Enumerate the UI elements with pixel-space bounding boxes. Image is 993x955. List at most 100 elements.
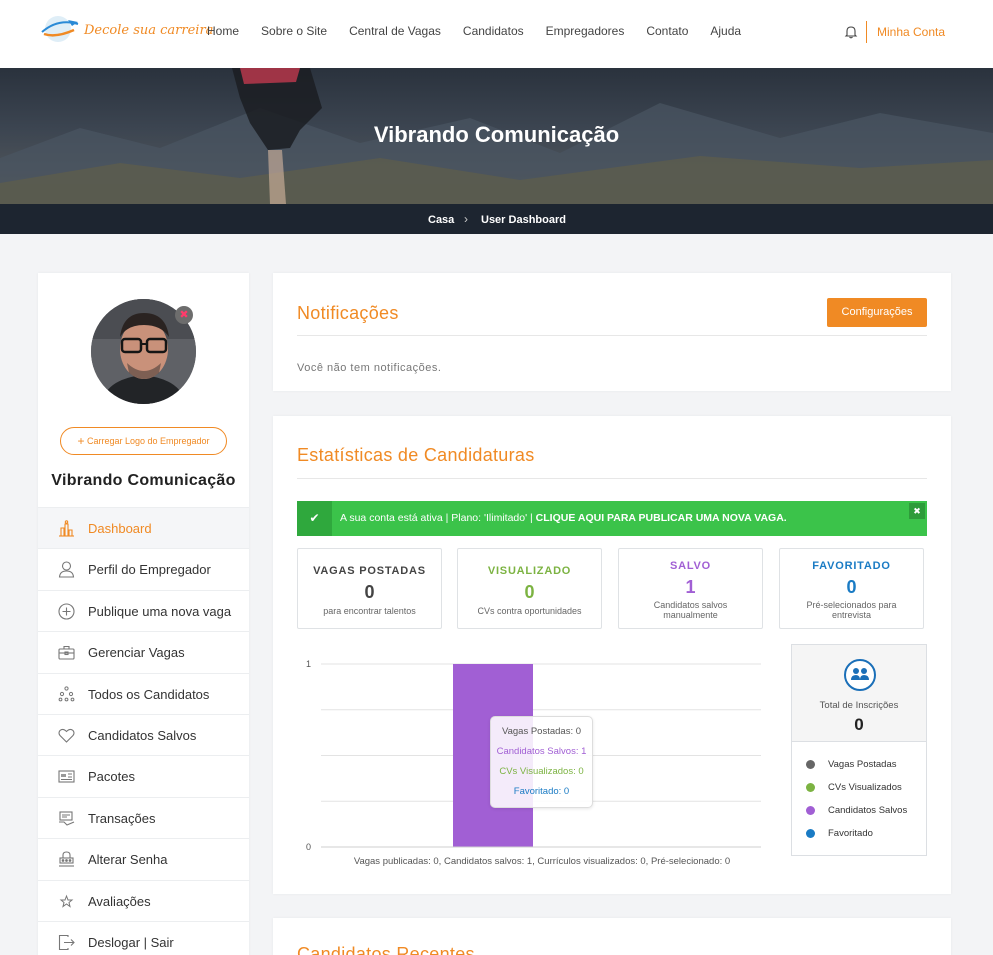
alert-status-text: A sua conta está ativa | Plano: 'Ilimita…	[340, 512, 533, 524]
package-icon	[58, 770, 75, 783]
stat-salvo: SALVO 1 Candidatos salvos manualmente	[618, 548, 763, 629]
recent-candidates-card: Candidatos Recentes	[273, 918, 951, 955]
nav-contato[interactable]: Contato	[646, 24, 688, 38]
nav-ajuda[interactable]: Ajuda	[710, 24, 741, 38]
sidebar-item-dashboard[interactable]: Dashboard	[38, 507, 249, 549]
stat-label: VAGAS POSTADAS	[313, 565, 426, 577]
sidebar-menu: Dashboard Perfil do Empregador Publique …	[38, 507, 249, 955]
briefcase-icon	[58, 646, 75, 660]
logo-tagline: Decole sua carreira	[84, 23, 214, 38]
settings-button[interactable]: Configurações	[827, 298, 927, 327]
stat-sub: CVs contra oportunidades	[477, 606, 582, 616]
recent-candidates-title: Candidatos Recentes	[297, 944, 475, 955]
tooltip-vagas: Vagas Postadas: 0	[501, 726, 582, 737]
sidebar-item-label: Dashboard	[88, 521, 152, 536]
sidebar-item-label: Avaliações	[88, 893, 151, 909]
y-tick-label: 1	[306, 659, 311, 669]
nav-empregadores[interactable]: Empregadores	[546, 24, 625, 38]
chart-tooltip: Vagas Postadas: 0 Candidatos Salvos: 1 C…	[490, 716, 593, 808]
stat-value: 1	[685, 577, 696, 597]
legend-swatch	[806, 806, 815, 815]
summary-header: Total de Inscrições 0	[792, 645, 926, 742]
total-value: 0	[854, 715, 864, 734]
empty-notifications-text: Você não tem notificações.	[297, 362, 442, 374]
tooltip-visualizados: CVs Visualizados: 0	[499, 766, 584, 777]
users-icon	[844, 659, 876, 691]
sidebar-item-logout[interactable]: Deslogar | Sair	[38, 920, 249, 955]
legend-swatch	[806, 829, 815, 838]
nav-central-vagas[interactable]: Central de Vagas	[349, 24, 441, 38]
sidebar-item-candidatos-salvos[interactable]: Candidatos Salvos	[38, 713, 249, 755]
upload-logo-button[interactable]: + Carregar Logo do Empregador	[60, 427, 227, 455]
stat-label: SALVO	[669, 560, 712, 572]
legend-swatch	[806, 783, 815, 792]
sidebar-item-label: Alterar Senha	[88, 852, 168, 868]
stat-visualizado: VISUALIZADO 0 CVs contra oportunidades	[457, 548, 602, 629]
stats-title: Estatísticas de Candidaturas	[297, 445, 535, 465]
sidebar-item-label: Transações	[88, 810, 156, 826]
stat-value: 0	[364, 582, 375, 602]
sidebar-item-pacotes[interactable]: Pacotes	[38, 755, 249, 796]
sidebar-item-gerenciar-vagas[interactable]: Gerenciar Vagas	[38, 631, 249, 672]
chevron-right-icon: ›	[464, 212, 468, 226]
breadcrumb: Casa › User Dashboard	[0, 204, 993, 234]
password-icon	[59, 851, 74, 867]
logout-icon	[58, 934, 75, 950]
applications-summary: Total de Inscrições 0 Vagas Postadas CVs…	[791, 644, 927, 856]
tooltip-salvos: Candidatos Salvos: 1	[496, 746, 587, 757]
hero-banner: Vibrando Comunicação	[0, 68, 993, 204]
publish-job-link[interactable]: CLIQUE AQUI PARA PUBLICAR UMA NOVA VAGA.	[536, 512, 787, 524]
user-icon	[58, 561, 75, 578]
legend-label: Favoritado	[828, 828, 873, 839]
tooltip-favoritado: Favoritado: 0	[513, 786, 570, 797]
notifications-card: Notificações Configurações Você não tem …	[273, 273, 951, 391]
star-icon	[59, 894, 74, 908]
bell-icon[interactable]	[844, 25, 858, 39]
sidebar-item-perfil[interactable]: Perfil do Empregador	[38, 548, 249, 589]
plus-icon: +	[77, 434, 85, 448]
sidebar-item-label: Deslogar | Sair	[88, 934, 174, 950]
sidebar-item-transacoes[interactable]: Transações	[38, 796, 249, 838]
sidebar-item-label: Candidatos Salvos	[88, 727, 197, 743]
stat-sub: Pré-selecionados para entrevista	[806, 600, 897, 620]
sidebar-item-todos-candidatos[interactable]: Todos os Candidatos	[38, 672, 249, 714]
stat-value: 0	[846, 577, 857, 597]
alert-message: A sua conta está ativa | Plano: 'Ilimita…	[340, 512, 787, 524]
nav-divider	[866, 21, 867, 43]
total-label: Total de Inscrições	[819, 700, 899, 711]
stat-favoritado: FAVORITADO 0 Pré-selecionados para entre…	[779, 548, 924, 629]
vibrando-logo-icon	[41, 16, 79, 42]
sidebar-item-label: Perfil do Empregador	[88, 562, 211, 578]
site-logo[interactable]: Decole sua carreira	[38, 14, 213, 50]
chart-caption: Vagas publicadas: 0, Candidatos salvos: …	[353, 856, 731, 867]
nav-candidatos[interactable]: Candidatos	[463, 24, 524, 38]
upload-logo-label: Carregar Logo do Empregador	[86, 436, 210, 446]
users-glyph	[851, 668, 869, 680]
heart-icon	[58, 728, 75, 743]
plus-circle-icon	[58, 603, 75, 620]
y-tick-label: 0	[306, 842, 311, 852]
nav-home[interactable]: Home	[207, 24, 239, 38]
breadcrumb-home[interactable]: Casa	[428, 214, 454, 226]
check-icon: ✔	[297, 501, 332, 536]
legend-label: Vagas Postadas	[828, 759, 897, 770]
transactions-icon	[59, 811, 75, 826]
stat-sub: para encontrar talentos	[323, 606, 416, 616]
remove-photo-icon[interactable]: ✖	[175, 306, 193, 324]
sidebar-item-nova-vaga[interactable]: Publique uma nova vaga	[38, 589, 249, 631]
dashboard-icon	[59, 520, 74, 537]
my-account-link[interactable]: Minha Conta	[877, 25, 945, 39]
nav-sobre[interactable]: Sobre o Site	[261, 24, 327, 38]
sidebar-item-alterar-senha[interactable]: Alterar Senha	[38, 838, 249, 879]
stat-value: 0	[524, 582, 535, 602]
notifications-title: Notificações	[297, 303, 399, 323]
legend-label: CVs Visualizados	[828, 782, 902, 793]
stat-label: VISUALIZADO	[487, 565, 572, 577]
sidebar-item-label: Pacotes	[88, 769, 135, 785]
stat-vagas-postadas: VAGAS POSTADAS 0 para encontrar talentos	[297, 548, 442, 629]
divider	[297, 478, 927, 479]
stat-sub: Candidatos salvos manualmente	[653, 600, 728, 620]
divider	[297, 335, 927, 336]
sidebar-item-avaliacoes[interactable]: Avaliações	[38, 879, 249, 921]
close-icon[interactable]: ✖	[909, 503, 925, 519]
